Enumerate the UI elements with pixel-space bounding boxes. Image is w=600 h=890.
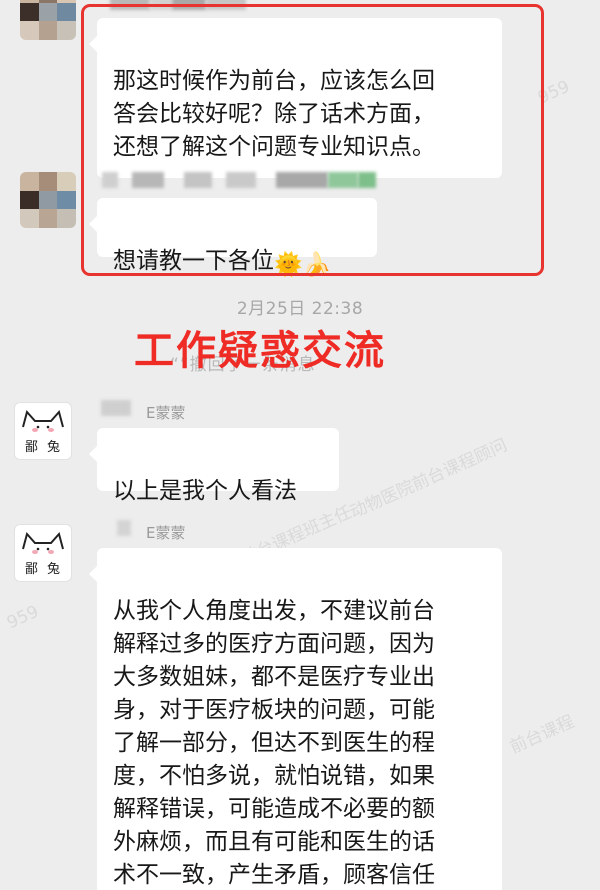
sender-name: E蒙蒙 <box>146 524 186 542</box>
timestamp: 2月25日 22:38 <box>236 299 364 319</box>
svg-text:鄙: 鄙 <box>25 440 38 455</box>
message-text: 那这时候作为前台，应该怎么回 答会比较好呢？除了话术方面， 还想了解这个问题专业… <box>113 68 435 160</box>
watermark-text: 前台课程 <box>507 711 578 758</box>
message-bubble[interactable]: 想请教一下各位🌞🍌 <box>89 198 377 278</box>
message-bubble[interactable]: 从我个人角度出发，不建议前台 解释过多的医疗方面问题，因为 大多数姐妹，都不是医… <box>89 548 502 890</box>
watermark-text: 959 <box>4 601 42 634</box>
sender-name-redacted <box>102 172 376 188</box>
message-bubble[interactable]: 以上是我个人看法 <box>89 428 339 504</box>
cat-avatar-icon: 鄙 兔 <box>22 409 64 455</box>
avatar[interactable] <box>20 172 76 228</box>
chat-screen: 医院前台课程班主任 动物医院前台课程顾问 前台课程 959 959 那这时候作为… <box>0 0 600 890</box>
watermark-text: 959 <box>535 76 573 109</box>
watermark-text: 动物医院前台课程顾问 <box>347 435 511 523</box>
svg-text:兔: 兔 <box>47 562 60 577</box>
avatar[interactable]: 鄙 兔 <box>14 402 72 460</box>
message-text: 从我个人角度出发，不建议前台 解释过多的医疗方面问题，因为 大多数姐妹，都不是医… <box>113 598 435 888</box>
sender-name-redacted <box>117 520 131 536</box>
avatar[interactable] <box>20 0 76 40</box>
sender-name: E蒙蒙 <box>146 404 186 422</box>
message-text: 想请教一下各位 <box>113 248 274 274</box>
message-bubble[interactable]: 那这时候作为前台，应该怎么回 答会比较好呢？除了话术方面， 还想了解这个问题专业… <box>89 18 502 178</box>
cat-avatar-icon: 鄙 兔 <box>22 531 64 577</box>
sender-name-redacted <box>110 0 246 10</box>
svg-text:鄙: 鄙 <box>25 562 38 577</box>
avatar[interactable]: 鄙 兔 <box>14 524 72 582</box>
overlay-title: 工作疑惑交流 <box>134 328 386 374</box>
svg-text:兔: 兔 <box>47 440 60 455</box>
banana-emoji: 🍌 <box>302 252 332 278</box>
sun-emoji: 🌞 <box>274 252 303 278</box>
message-text: 以上是我个人看法 <box>113 478 297 504</box>
sender-name-redacted <box>101 400 131 416</box>
